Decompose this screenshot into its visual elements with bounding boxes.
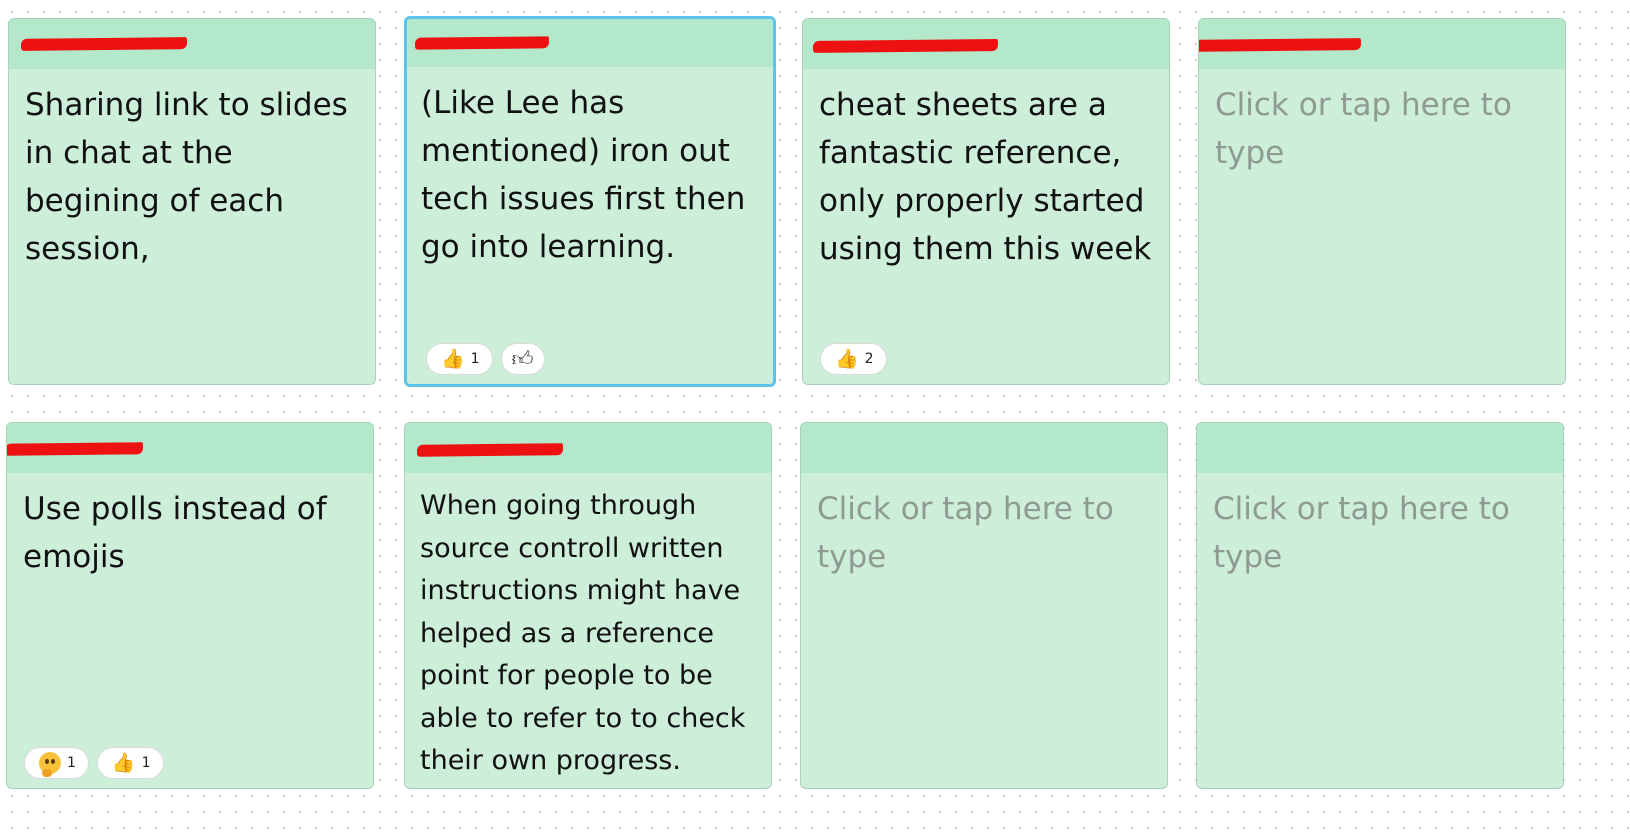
reaction-count: 2 (864, 351, 874, 367)
thinking-face-icon (39, 752, 61, 777)
reaction-count: 1 (470, 351, 480, 367)
note-placeholder[interactable]: Click or tap here to type (817, 485, 1157, 581)
reaction-thumbs-up[interactable]: 👍 2 (820, 343, 887, 375)
note-author-header (1197, 423, 1563, 473)
note-text[interactable]: When going through source controll writt… (420, 485, 761, 783)
note-text[interactable]: cheat sheets are a fantastic reference, … (819, 81, 1159, 273)
sticky-note-2[interactable]: (Like Lee has mentioned) iron out tech i… (404, 16, 776, 387)
note-author-header (7, 423, 373, 473)
reaction-count: 1 (141, 755, 151, 771)
add-reaction-button[interactable]: 👍︎ (500, 343, 545, 375)
reaction-bar: 1 👍 1 (24, 747, 164, 779)
reaction-thumbs-up[interactable]: 👍 1 (96, 747, 164, 779)
note-author-header (9, 19, 375, 69)
sticky-note-5[interactable]: Use polls instead of emojis 1 👍 1 (6, 422, 374, 789)
reaction-count: 1 (67, 755, 76, 771)
reaction-bar: 👍 2 (820, 343, 887, 375)
reaction-thinking-face[interactable]: 1 (24, 747, 89, 779)
thumbs-up-icon: 👍 (441, 347, 465, 370)
note-author-header (801, 423, 1167, 473)
note-placeholder[interactable]: Click or tap here to type (1213, 485, 1553, 581)
note-author-header (405, 423, 771, 473)
note-text[interactable]: Sharing link to slides in chat at the be… (25, 81, 365, 273)
note-author-header (803, 19, 1169, 69)
sticky-note-4[interactable]: Click or tap here to type (1198, 18, 1566, 385)
note-text[interactable]: Use polls instead of emojis (23, 485, 363, 581)
sticky-note-8[interactable]: Click or tap here to type (1196, 422, 1564, 789)
sticky-note-1[interactable]: Sharing link to slides in chat at the be… (8, 18, 376, 385)
thumbs-up-outline-icon: 👍︎ (511, 346, 534, 371)
reaction-thumbs-up[interactable]: 👍 1 (426, 343, 493, 375)
sticky-note-7[interactable]: Click or tap here to type (800, 422, 1168, 789)
sticky-note-6[interactable]: When going through source controll writt… (404, 422, 772, 789)
redacted-author-name (812, 39, 999, 53)
redacted-author-name (1199, 38, 1362, 52)
thumbs-up-icon: 👍 (111, 751, 136, 774)
note-author-header (1199, 19, 1565, 69)
sticky-note-3[interactable]: cheat sheets are a fantastic reference, … (802, 18, 1170, 385)
redacted-author-name (414, 36, 550, 50)
note-placeholder[interactable]: Click or tap here to type (1215, 81, 1555, 177)
thumbs-up-icon: 👍 (835, 347, 859, 370)
note-author-header (407, 19, 773, 67)
redacted-author-name (20, 37, 188, 51)
note-text[interactable]: (Like Lee has mentioned) iron out tech i… (421, 79, 763, 271)
redacted-author-name (416, 443, 564, 457)
redacted-author-name (7, 442, 144, 456)
reaction-bar: 👍 1 👍︎ (426, 343, 545, 375)
